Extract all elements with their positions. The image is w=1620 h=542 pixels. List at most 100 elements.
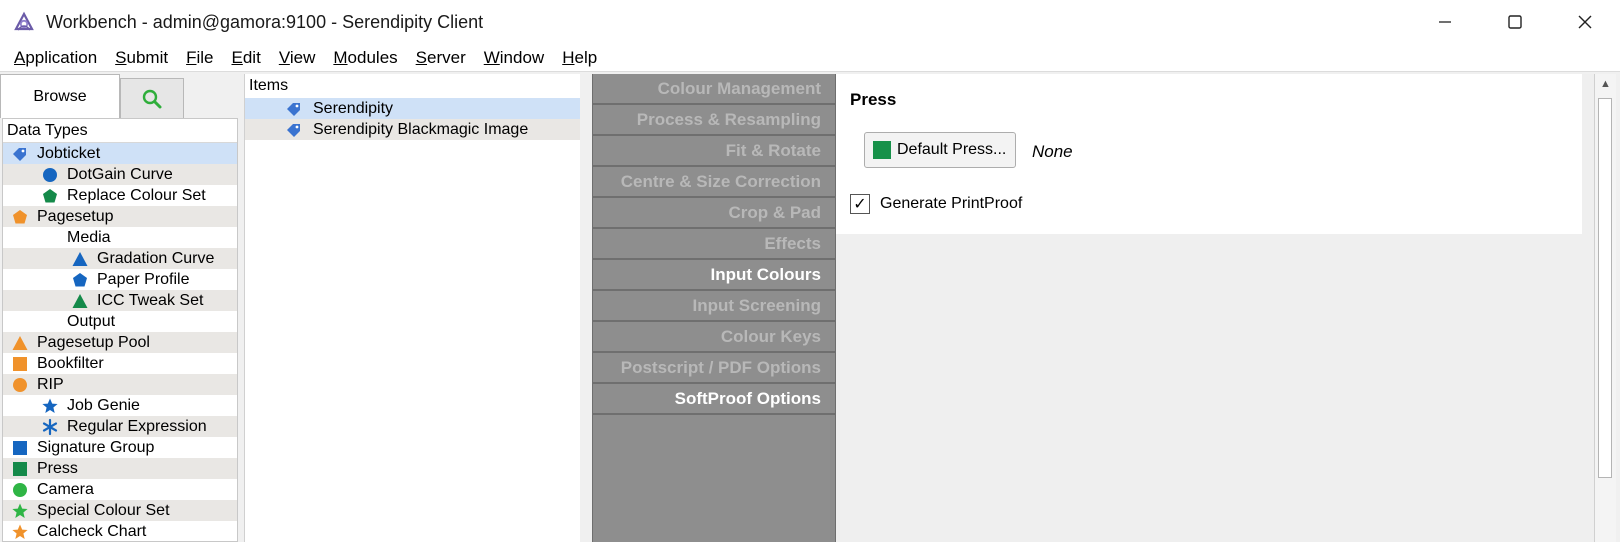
tree-item-gradation-curve[interactable]: Gradation Curve bbox=[3, 248, 237, 269]
left-panel: Browse Data Types Jobticket DotGain Curve… bbox=[0, 72, 240, 542]
menu-item-application[interactable]: Application bbox=[6, 44, 105, 72]
menu-item-edit[interactable]: Edit bbox=[224, 44, 269, 72]
tree-item-icc-tweak-set[interactable]: ICC Tweak Set bbox=[3, 290, 237, 311]
tree-item-media[interactable]: Media bbox=[3, 227, 237, 248]
menu-item-window[interactable]: Window bbox=[476, 44, 552, 72]
tree-item-pagesetup[interactable]: Pagesetup bbox=[3, 206, 237, 227]
nav-crop-pad[interactable]: Crop & Pad bbox=[593, 198, 835, 229]
triangle-icon bbox=[71, 292, 89, 310]
tree-item-replace-colour-set[interactable]: Replace Colour Set bbox=[3, 185, 237, 206]
tree-item-job-genie[interactable]: Job Genie bbox=[3, 395, 237, 416]
tree-item-dotgain-curve[interactable]: DotGain Curve bbox=[3, 164, 237, 185]
menu-mnemonic: S bbox=[115, 47, 127, 67]
nav-softproof-options[interactable]: SoftProof Options bbox=[593, 384, 835, 415]
minimize-button[interactable] bbox=[1410, 0, 1480, 44]
tree-item-label: ICC Tweak Set bbox=[97, 291, 204, 309]
generate-printproof-label: Generate PrintProof bbox=[880, 195, 1023, 212]
menu-mnemonic: V bbox=[278, 47, 290, 67]
close-button[interactable] bbox=[1550, 0, 1620, 44]
tree-item-label: Signature Group bbox=[37, 438, 155, 456]
circle-icon bbox=[11, 481, 29, 499]
tree-item-camera[interactable]: Camera bbox=[3, 479, 237, 500]
menu-item-submit[interactable]: Submit bbox=[107, 44, 176, 72]
list-item[interactable]: Serendipity bbox=[245, 98, 580, 119]
generate-printproof-checkbox[interactable]: ✓ bbox=[850, 194, 870, 214]
tree-item-bookfilter[interactable]: Bookfilter bbox=[3, 353, 237, 374]
square-icon bbox=[11, 439, 29, 457]
maximize-icon bbox=[1508, 15, 1522, 29]
checkmark-icon: ✓ bbox=[853, 196, 867, 213]
tree-item-label: Media bbox=[67, 228, 111, 246]
nav-postscript-pdf-options[interactable]: Postscript / PDF Options bbox=[593, 353, 835, 384]
menu-bar: Application Submit File Edit View Modules Serv… bbox=[0, 44, 1620, 72]
scroll-thumb[interactable] bbox=[1598, 98, 1612, 478]
options-content: Press Default Press... None ✓ Generate P… bbox=[836, 74, 1594, 542]
maximize-button[interactable] bbox=[1480, 0, 1550, 44]
menu-label: ile bbox=[196, 47, 214, 67]
default-press-button[interactable]: Default Press... bbox=[864, 132, 1016, 168]
menu-item-view[interactable]: View bbox=[271, 44, 324, 72]
default-press-label: Default Press... bbox=[897, 141, 1007, 158]
tree-item-jobticket[interactable]: Jobticket bbox=[3, 143, 237, 164]
tree-item-label: RIP bbox=[37, 375, 64, 393]
menu-label: ubmit bbox=[126, 47, 169, 67]
menu-mnemonic: S bbox=[415, 47, 427, 67]
menu-label: dit bbox=[242, 47, 261, 67]
nav-centre-size-correction[interactable]: Centre & Size Correction bbox=[593, 167, 835, 198]
crescent-icon bbox=[41, 313, 59, 331]
press-section: Press Default Press... None ✓ Generate P… bbox=[836, 74, 1582, 234]
tree-item-calcheck-chart[interactable]: Calcheck Chart bbox=[3, 521, 237, 541]
menu-item-server[interactable]: Server bbox=[408, 44, 474, 72]
panel-splitter[interactable] bbox=[580, 74, 592, 542]
square-icon bbox=[11, 460, 29, 478]
tree-item-label: Replace Colour Set bbox=[67, 186, 206, 204]
nav-colour-management[interactable]: Colour Management bbox=[593, 74, 835, 105]
menu-item-file[interactable]: File bbox=[178, 44, 221, 72]
nav-input-colours[interactable]: Input Colours bbox=[593, 260, 835, 291]
tree-item-label: Regular Expression bbox=[67, 417, 207, 435]
tree-item-label: Jobticket bbox=[37, 144, 101, 162]
tree-item-label: DotGain Curve bbox=[67, 165, 173, 183]
tree-item-regular-expression[interactable]: Regular Expression bbox=[3, 416, 237, 437]
tag-icon bbox=[11, 145, 29, 163]
nav-input-screening[interactable]: Input Screening bbox=[593, 291, 835, 322]
menu-mnemonic: M bbox=[333, 47, 348, 67]
menu-mnemonic: W bbox=[483, 47, 500, 67]
nav-effects[interactable]: Effects bbox=[593, 229, 835, 260]
tree-item-press[interactable]: Press bbox=[3, 458, 237, 479]
vertical-scrollbar[interactable]: ▲ bbox=[1594, 74, 1616, 542]
tree-item-label: Pagesetup Pool bbox=[37, 333, 150, 351]
scroll-up-icon[interactable]: ▲ bbox=[1595, 74, 1616, 94]
tree-item-pagesetup-pool[interactable]: Pagesetup Pool bbox=[3, 332, 237, 353]
nav-colour-keys[interactable]: Colour Keys bbox=[593, 322, 835, 353]
menu-item-help[interactable]: Help bbox=[554, 44, 605, 72]
menu-item-modules[interactable]: Modules bbox=[325, 44, 405, 72]
tree-item-special-colour-set[interactable]: Special Colour Set bbox=[3, 500, 237, 521]
star-icon bbox=[11, 502, 29, 520]
tree-item-paper-profile[interactable]: Paper Profile bbox=[3, 269, 237, 290]
tab-search[interactable] bbox=[120, 78, 184, 118]
tab-browse-label: Browse bbox=[33, 87, 87, 105]
minimize-icon bbox=[1439, 21, 1451, 23]
menu-label: iew bbox=[289, 47, 316, 67]
nav-process-resampling[interactable]: Process & Resampling bbox=[593, 105, 835, 136]
items-header: Items bbox=[249, 77, 289, 94]
tab-browse[interactable]: Browse bbox=[0, 74, 120, 118]
close-icon bbox=[1578, 15, 1592, 29]
nav-fit-rotate[interactable]: Fit & Rotate bbox=[593, 136, 835, 167]
press-section-title: Press bbox=[850, 90, 897, 109]
press-value: None bbox=[1032, 142, 1073, 161]
crescent-icon bbox=[41, 229, 59, 247]
tree-item-label: Paper Profile bbox=[97, 270, 190, 288]
menu-label: erver bbox=[427, 47, 466, 67]
tree-item-label: Camera bbox=[37, 480, 94, 498]
pentagon-icon bbox=[11, 208, 29, 226]
menu-mnemonic: F bbox=[186, 47, 197, 67]
tree-item-rip[interactable]: RIP bbox=[3, 374, 237, 395]
menu-mnemonic: A bbox=[14, 47, 26, 67]
triangle-icon bbox=[11, 334, 29, 352]
list-item[interactable]: Serendipity Blackmagic Image bbox=[245, 119, 580, 140]
tree-item-output[interactable]: Output bbox=[3, 311, 237, 332]
tree-item-signature-group[interactable]: Signature Group bbox=[3, 437, 237, 458]
press-icon bbox=[873, 141, 891, 159]
